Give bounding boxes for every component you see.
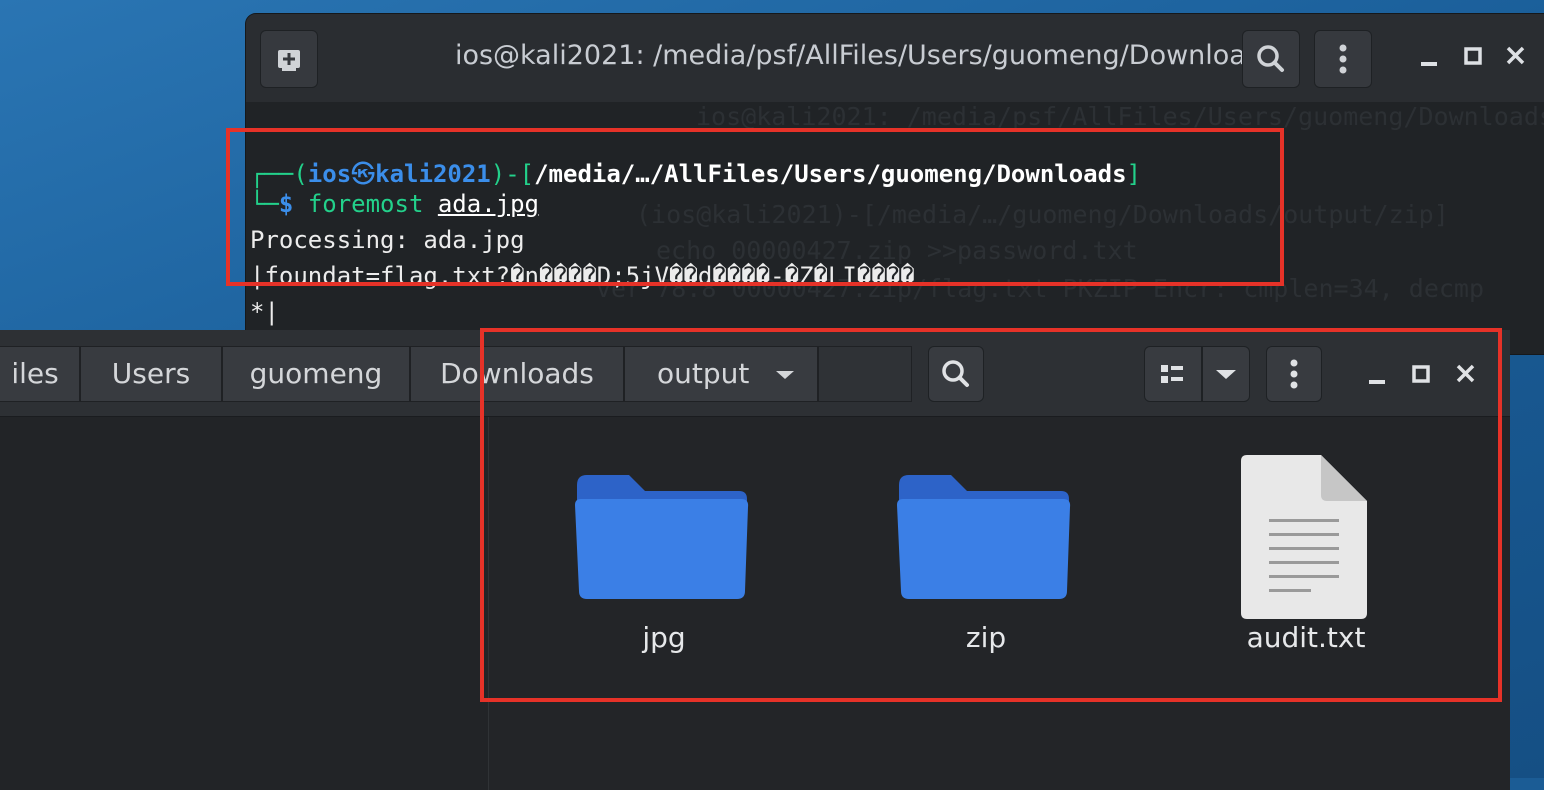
minimize-icon <box>1421 62 1437 66</box>
breadcrumb-users[interactable]: Users <box>80 346 222 402</box>
file-manager-sidebar[interactable] <box>0 417 489 790</box>
search-icon <box>1257 45 1284 72</box>
kebab-menu-icon <box>1339 44 1347 74</box>
minimize-button[interactable] <box>1418 44 1442 68</box>
breadcrumb-allfiles[interactable]: iles <box>0 346 80 402</box>
search-button[interactable] <box>1242 30 1300 88</box>
close-icon <box>1506 46 1525 65</box>
new-tab-icon <box>278 50 300 71</box>
maximize-icon <box>1464 47 1482 65</box>
menu-button[interactable] <box>1314 30 1372 88</box>
ghost-title-text: ios@kali2021: /media/psf/AllFiles/Users/… <box>696 102 1544 131</box>
highlight-box-terminal <box>226 128 1284 286</box>
maximize-button[interactable] <box>1462 44 1486 68</box>
breadcrumb-guomeng[interactable]: guomeng <box>222 346 410 402</box>
highlight-box-files <box>480 328 1502 702</box>
close-button[interactable] <box>1504 44 1528 68</box>
terminal-header-bar: ios@kali2021: /media/psf/AllFiles/Users/… <box>246 14 1544 102</box>
output-progress: *| <box>250 298 279 326</box>
terminal-title: ios@kali2021: /media/psf/AllFiles/Users/… <box>454 40 1278 71</box>
new-tab-button[interactable] <box>260 30 318 88</box>
